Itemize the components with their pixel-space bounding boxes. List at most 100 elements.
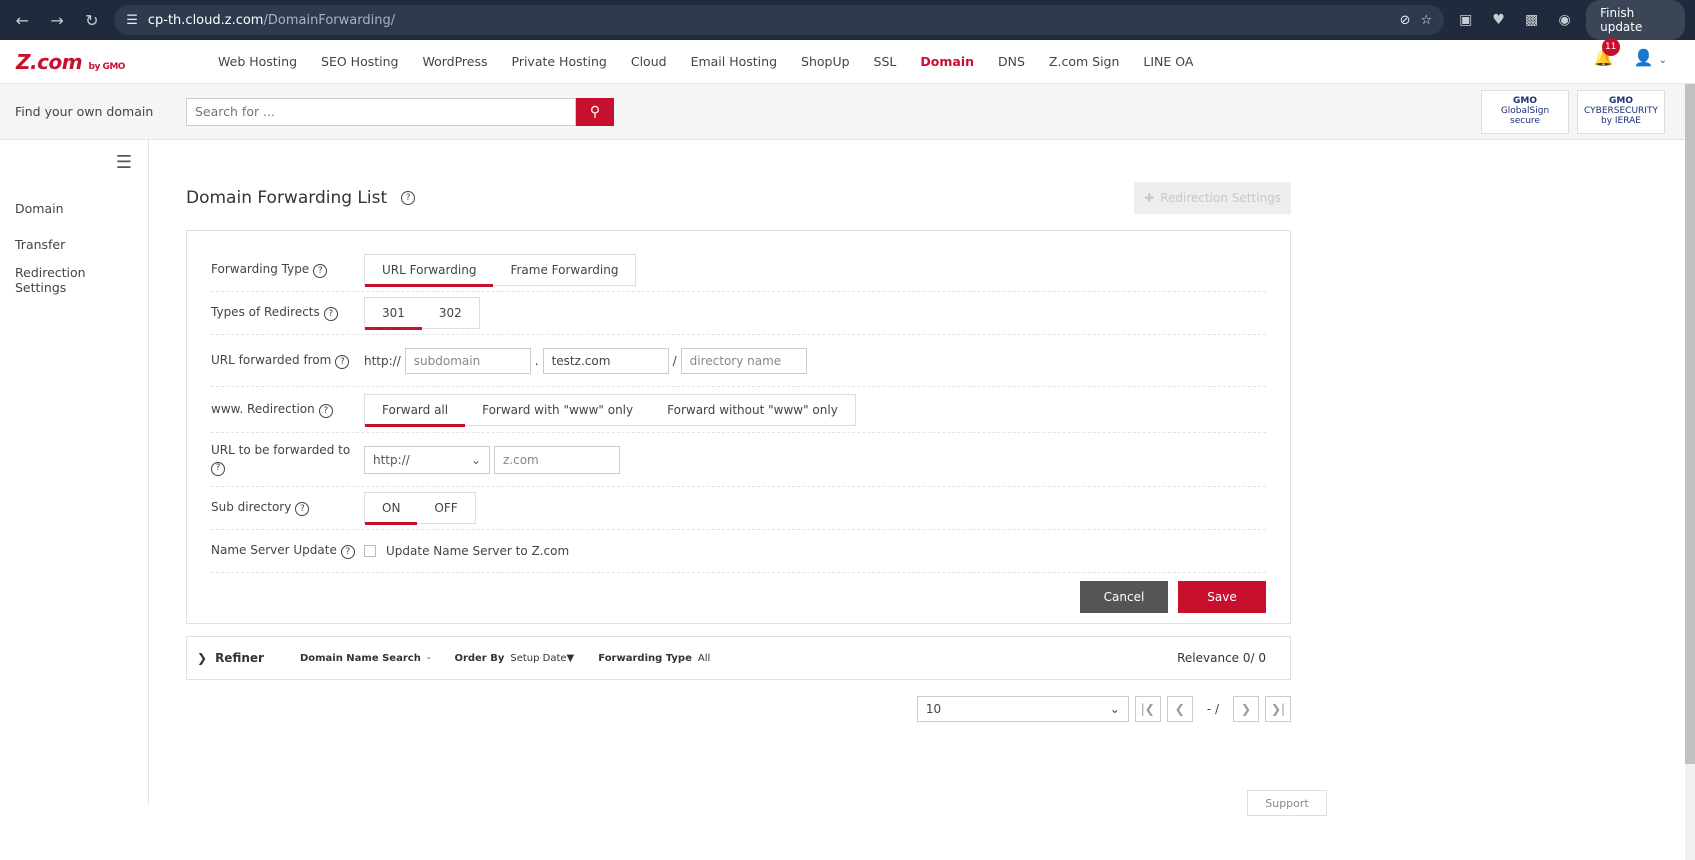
forwarding-type-toggle: URL Forwarding Frame Forwarding — [364, 254, 637, 287]
refiner-bar: ❯ Refiner Domain Name Search - Order By S… — [186, 636, 1291, 680]
scrollbar-thumb[interactable] — [1685, 84, 1695, 764]
help-icon[interactable]: ? — [318, 403, 333, 418]
prev-page-icon[interactable]: ❮ — [1166, 696, 1193, 722]
sidebar-item-transfer[interactable]: Transfer — [0, 226, 148, 262]
forward-icon[interactable]: → — [45, 6, 70, 34]
nameserver-checkbox-label: Update Name Server to Z.com — [386, 544, 570, 558]
browser-toolbar: ← → ↻ ☰ cp-th.cloud.z.com/DomainForwardi… — [0, 0, 1695, 40]
zcom-logo[interactable]: Z.com by GMO — [16, 50, 206, 74]
forward-without-www-option[interactable]: Forward without "www" only — [650, 395, 855, 425]
url-from-label: URL forwarded from — [211, 352, 332, 367]
protocol-select[interactable]: http:// ⌄ — [364, 445, 490, 474]
address-bar[interactable]: ☰ cp-th.cloud.z.com/DomainForwarding/ ⊘ … — [114, 5, 1445, 35]
help-icon[interactable]: ? — [340, 545, 355, 559]
page-scrollbar[interactable] — [1685, 84, 1695, 860]
nav-items: Web Hosting SEO Hosting WordPress Privat… — [206, 54, 1205, 69]
support-button[interactable]: Support — [1247, 790, 1327, 816]
eye-off-icon[interactable]: ⊘ — [1400, 13, 1411, 28]
pagination: 10 ⌄ |❮ ❮ - / ❯ ❯| — [186, 696, 1291, 722]
puzzle-icon[interactable]: ▩ — [1520, 7, 1543, 33]
destination-input[interactable]: z.com — [494, 445, 620, 474]
translate-icon[interactable]: ▣ — [1454, 7, 1477, 33]
nav-email-hosting[interactable]: Email Hosting — [679, 54, 789, 69]
subdomain-input[interactable]: subdomain — [404, 347, 531, 374]
seal-ierae: by IERAE — [1601, 115, 1641, 126]
help-icon[interactable]: ? — [295, 502, 310, 516]
nav-zcom-sign[interactable]: Z.com Sign — [1037, 54, 1131, 69]
nav-private-hosting[interactable]: Private Hosting — [500, 54, 619, 69]
finish-update-button[interactable]: Finish update — [1586, 0, 1685, 40]
next-page-icon[interactable]: ❯ — [1233, 696, 1259, 722]
user-icon[interactable]: 👤 ⌄ — [1634, 48, 1667, 67]
forward-all-option[interactable]: Forward all — [365, 395, 466, 427]
subdirectory-row: Sub directory? ON OFF — [211, 487, 1266, 530]
url-from-row: URL forwarded from? http:// subdomain . … — [211, 335, 1266, 387]
star-icon[interactable]: ☆ — [1421, 13, 1433, 28]
directory-input[interactable]: directory name — [680, 347, 807, 374]
bell-icon[interactable]: 🔔 11 — [1594, 38, 1620, 67]
nav-shopup[interactable]: ShopUp — [789, 54, 862, 69]
nameserver-checkbox[interactable] — [364, 545, 376, 557]
refiner-toggle[interactable]: ❯ Refiner — [197, 651, 264, 665]
page-title-text: Domain Forwarding List — [186, 188, 388, 208]
redirect-type-row: Types of Redirects? 301 302 — [211, 292, 1266, 335]
url-forwarding-option[interactable]: URL Forwarding — [365, 255, 494, 287]
nameserver-label: Name Server Update — [211, 543, 337, 557]
redirect-301-option[interactable]: 301 — [365, 298, 422, 330]
redirection-settings-button[interactable]: ✚ Redirection Settings — [1134, 182, 1291, 214]
last-page-icon[interactable]: ❯| — [1265, 696, 1291, 722]
refiner-domain-search-value: - — [426, 652, 431, 664]
reload-icon[interactable]: ↻ — [79, 6, 104, 34]
nav-cloud[interactable]: Cloud — [619, 54, 679, 69]
frame-forwarding-option[interactable]: Frame Forwarding — [493, 255, 635, 285]
nav-wordpress[interactable]: WordPress — [410, 54, 499, 69]
first-page-icon[interactable]: |❮ — [1134, 696, 1161, 722]
cancel-button[interactable]: Cancel — [1080, 581, 1168, 613]
redirect-302-option[interactable]: 302 — [422, 298, 479, 328]
refiner-type-value: All — [697, 652, 711, 664]
nav-ssl[interactable]: SSL — [862, 54, 909, 69]
site-settings-icon[interactable]: ☰ — [126, 13, 138, 28]
main-content: Domain Forwarding List ? ✚ Redirection S… — [149, 140, 1695, 816]
help-icon[interactable]: ? — [211, 461, 225, 476]
nav-domain[interactable]: Domain — [908, 54, 986, 69]
subdirectory-on-option[interactable]: ON — [365, 493, 418, 525]
chevron-right-icon: ❯ — [197, 651, 208, 665]
hamburger-menu-icon[interactable]: ☰ — [116, 152, 132, 173]
nav-line-oa[interactable]: LINE OA — [1131, 54, 1205, 69]
help-icon[interactable]: ? — [335, 354, 350, 369]
help-icon[interactable]: ? — [401, 191, 416, 205]
help-icon[interactable]: ? — [313, 264, 328, 278]
extension-badge-icon[interactable]: ♥ — [1487, 7, 1510, 33]
forwarding-type-row: Forwarding Type? URL Forwarding Frame Fo… — [211, 249, 1266, 292]
nameserver-row: Name Server Update? Update Name Server t… — [211, 530, 1266, 573]
relevance-count: Relevance 0/ 0 — [1177, 651, 1266, 665]
forward-with-www-option[interactable]: Forward with "www" only — [465, 395, 650, 425]
domain-search-input[interactable] — [186, 97, 576, 126]
per-page-select[interactable]: 10 ⌄ — [916, 696, 1129, 722]
redirect-type-label: Types of Redirects — [211, 305, 320, 319]
subdirectory-off-option[interactable]: OFF — [417, 493, 474, 523]
top-navigation: Z.com by GMO Web Hosting SEO Hosting Wor… — [0, 38, 1695, 84]
sidebar-item-domain[interactable]: Domain — [0, 190, 148, 226]
sidebar-item-redirection-settings[interactable]: Redirection Settings — [0, 262, 148, 298]
search-label: Find your own domain — [15, 104, 154, 119]
domain-input[interactable]: testz.com — [542, 347, 669, 374]
ierae-seal[interactable]: GMO CYBERSECURITY by IERAE — [1577, 90, 1665, 134]
nav-dns[interactable]: DNS — [986, 54, 1037, 69]
search-button[interactable]: ⚲ — [576, 97, 614, 126]
help-icon[interactable]: ? — [323, 307, 338, 321]
redirection-settings-label: Redirection Settings — [1160, 191, 1281, 205]
back-icon[interactable]: ← — [10, 6, 35, 34]
nav-seo-hosting[interactable]: SEO Hosting — [309, 54, 410, 69]
profile-icon[interactable]: ◉ — [1553, 7, 1576, 33]
save-button[interactable]: Save — [1178, 581, 1266, 613]
http-prefix: http:// — [364, 353, 401, 368]
www-redirection-label: www. Redirection — [211, 401, 315, 416]
nav-web-hosting[interactable]: Web Hosting — [206, 54, 309, 69]
notification-badge: 11 — [1601, 38, 1620, 56]
sidebar: ☰ Domain Transfer Redirection Settings — [0, 140, 149, 804]
forwarding-form: Forwarding Type? URL Forwarding Frame Fo… — [186, 230, 1291, 624]
chevron-down-icon: ⌄ — [1109, 702, 1120, 716]
globalsign-seal[interactable]: GMO GlobalSign secure — [1481, 90, 1569, 134]
